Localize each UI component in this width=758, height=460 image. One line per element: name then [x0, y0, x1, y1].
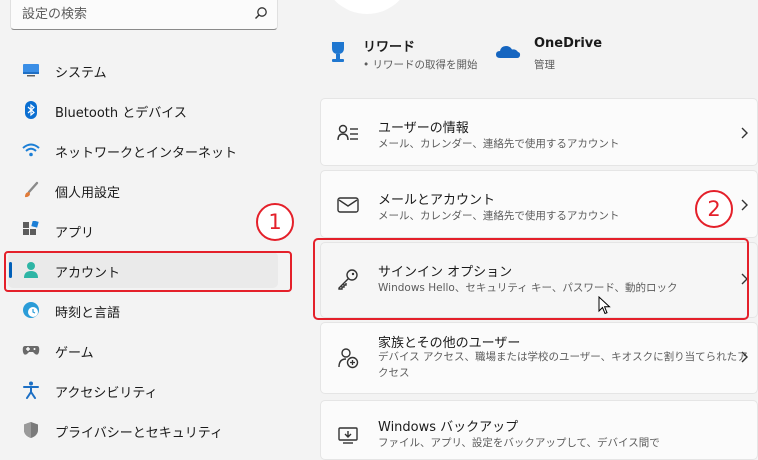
- rewards-subtitle[interactable]: • リワードの取得を開始: [363, 57, 478, 72]
- sidebar-item-label: ゲーム: [55, 346, 94, 361]
- mail-icon: [337, 197, 359, 213]
- card-title: ユーザーの情報: [378, 121, 469, 136]
- sidebar-item-label: 個人用設定: [55, 186, 121, 201]
- sidebar-item-accessibility[interactable]: アクセシビリティ: [8, 372, 278, 408]
- annotation-number-1: 1: [256, 203, 294, 241]
- accessibility-icon: [23, 381, 39, 399]
- card-description: デバイス アクセス、職場または学校のユーザー、キオスクに割り当てられたアクセス: [378, 351, 748, 379]
- onedrive-subtitle[interactable]: 管理: [534, 57, 555, 72]
- sidebar-item-bluetooth[interactable]: Bluetooth とデバイス: [8, 92, 278, 128]
- sidebar-item-label: アプリ: [55, 226, 95, 241]
- sidebar-item-label: Bluetooth とデバイス: [55, 106, 187, 121]
- card-email-accounts[interactable]: メールとアカウント メール、カレンダー、連絡先で使用するアカウント: [320, 170, 758, 238]
- rewards-title[interactable]: リワード: [363, 36, 415, 55]
- onedrive-title[interactable]: OneDrive: [534, 36, 602, 51]
- mouse-cursor-icon: [598, 296, 611, 315]
- sidebar-item-privacy[interactable]: プライバシーとセキュリティ: [8, 412, 278, 448]
- monitor-icon: [23, 64, 39, 77]
- globe-clock-icon: [23, 302, 39, 318]
- card-title: Windows バックアップ: [378, 420, 519, 435]
- bluetooth-icon: [25, 101, 37, 119]
- sidebar-item-gaming[interactable]: ゲーム: [8, 332, 278, 368]
- brush-icon: [25, 181, 39, 198]
- sidebar-item-label: プライバシーとセキュリティ: [55, 426, 223, 441]
- sidebar-item-label: アクセシビリティ: [55, 386, 158, 401]
- apps-icon: [23, 221, 39, 235]
- chevron-right-icon: [741, 127, 748, 139]
- highlight-box-sign-in-options: [313, 238, 749, 320]
- sidebar-item-label: ネットワークとインターネット: [55, 146, 238, 161]
- sidebar-item-label: システム: [55, 66, 107, 81]
- add-user-icon: [338, 348, 359, 369]
- sidebar-item-personalization[interactable]: 個人用設定: [8, 172, 278, 208]
- chevron-right-icon: [741, 199, 748, 211]
- user-avatar[interactable]: [322, 0, 412, 14]
- user-info-icon: [337, 124, 358, 141]
- card-title: メールとアカウント: [378, 193, 496, 208]
- card-description: ファイル、アプリ、設定をバックアップして、デバイス間で: [378, 437, 660, 449]
- sidebar-item-apps[interactable]: アプリ: [8, 212, 278, 248]
- annotation-number-2: 2: [695, 190, 733, 228]
- backup-icon: [338, 427, 358, 444]
- gamepad-icon: [22, 346, 40, 355]
- search-box[interactable]: [10, 0, 278, 30]
- card-family-other-users[interactable]: 家族とその他のユーザー デバイス アクセス、職場または学校のユーザー、キオスクに…: [320, 322, 758, 394]
- sidebar-item-label: 時刻と言語: [55, 306, 121, 321]
- search-icon[interactable]: [254, 6, 268, 20]
- sidebar-item-system[interactable]: システム: [8, 52, 278, 88]
- card-windows-backup[interactable]: Windows バックアップ ファイル、アプリ、設定をバックアップして、デバイス…: [320, 400, 758, 460]
- chevron-right-icon: [741, 351, 748, 363]
- card-description: メール、カレンダー、連絡先で使用するアカウント: [378, 138, 620, 150]
- wifi-icon: [22, 143, 40, 157]
- rewards-trophy-icon: [332, 42, 344, 62]
- highlight-box-accounts: [4, 251, 292, 292]
- sidebar-item-time-language[interactable]: 時刻と言語: [8, 292, 278, 328]
- card-your-info[interactable]: ユーザーの情報 メール、カレンダー、連絡先で使用するアカウント: [320, 98, 758, 166]
- sidebar-item-network[interactable]: ネットワークとインターネット: [8, 132, 278, 168]
- shield-icon: [24, 422, 38, 438]
- onedrive-cloud-icon: [496, 46, 521, 58]
- card-description: メール、カレンダー、連絡先で使用するアカウント: [378, 210, 620, 222]
- search-input[interactable]: [22, 5, 242, 23]
